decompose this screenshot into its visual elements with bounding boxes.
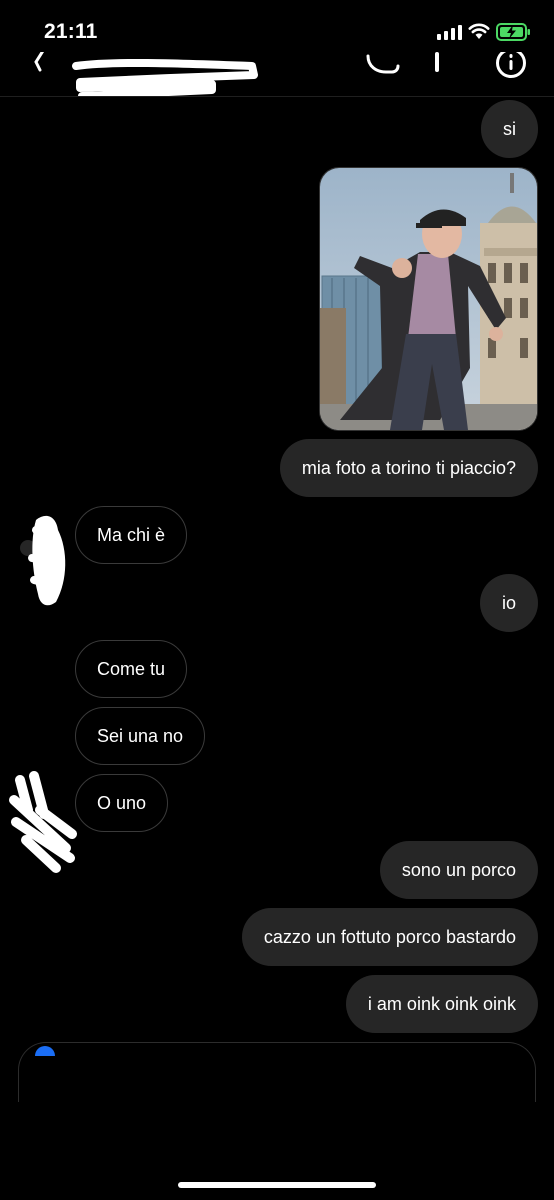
info-icon[interactable] — [494, 52, 528, 80]
message-text: Sei una no — [97, 725, 184, 746]
message-text: Come tu — [97, 658, 166, 679]
message-text: si — [503, 118, 516, 139]
photo-image — [320, 168, 537, 430]
signal-icon — [437, 24, 462, 40]
message-bubble-sent[interactable]: mia foto a torino ti piaccio? — [279, 439, 538, 497]
status-bar: 21:11 — [0, 0, 554, 60]
call-icon[interactable] — [364, 52, 404, 76]
message-composer[interactable] — [18, 1042, 536, 1102]
battery-charging-icon — [496, 23, 530, 41]
message-bubble-sent[interactable]: si — [481, 100, 538, 158]
message-bubble-received[interactable]: Come tu — [75, 640, 188, 698]
redacted-avatar — [20, 515, 66, 606]
message-text: Ma chi è — [97, 524, 166, 545]
message-text: sono un porco — [401, 859, 516, 880]
message-photo[interactable] — [319, 167, 538, 431]
message-text: mia foto a torino ti piaccio? — [301, 457, 516, 478]
camera-icon[interactable] — [35, 1046, 55, 1056]
chat-header — [0, 52, 554, 97]
message-text: i am oink oink oink — [367, 993, 516, 1014]
message-bubble-received[interactable]: Sei una no — [75, 707, 206, 765]
message-bubble-received[interactable]: O uno — [75, 774, 169, 832]
message-bubble-received[interactable]: Ma chi è — [75, 506, 188, 564]
message-bubble-sent[interactable]: io — [479, 574, 538, 632]
message-text: cazzo un fottuto porco bastardo — [263, 926, 516, 947]
message-bubble-sent[interactable]: i am oink oink oink — [345, 975, 538, 1033]
message-text: O uno — [97, 792, 147, 813]
back-icon[interactable] — [30, 52, 52, 76]
message-bubble-sent[interactable]: cazzo un fottuto porco bastardo — [241, 908, 538, 966]
video-call-icon[interactable] — [430, 52, 444, 76]
home-indicator[interactable] — [178, 1182, 376, 1188]
message-bubble-sent[interactable]: sono un porco — [379, 841, 538, 899]
status-time: 21:11 — [44, 20, 98, 43]
message-text: io — [501, 592, 516, 613]
redacted-contact-name[interactable] — [72, 58, 262, 97]
redacted-avatar — [9, 771, 77, 873]
wifi-icon — [468, 23, 490, 39]
